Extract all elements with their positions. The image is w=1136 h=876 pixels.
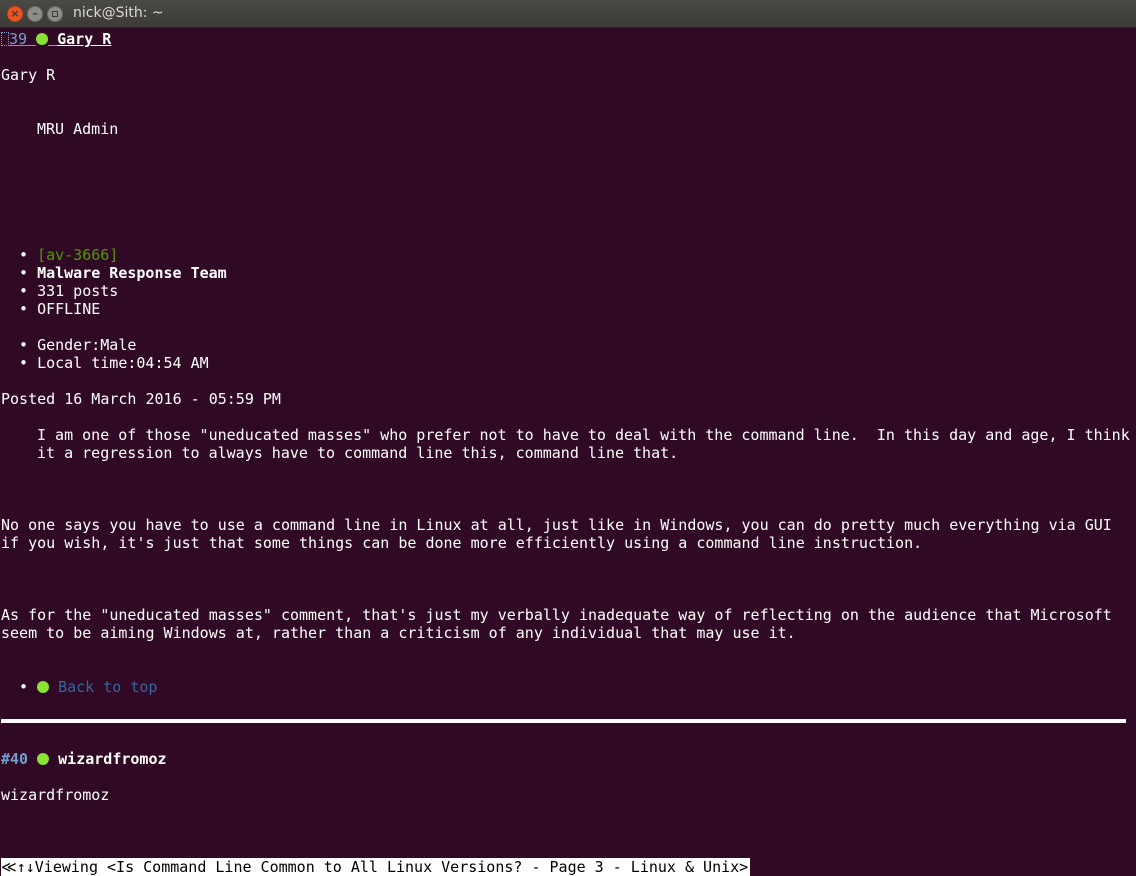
profile-localtime-item: • Local time:04:54 AM xyxy=(19,354,209,372)
terminal-window: × – nick@Sith: ~ 39 Gary R Gary R MRU Ad… xyxy=(0,0,1136,876)
cursor-icon xyxy=(1,32,9,46)
back-to-top-link[interactable]: Back to top xyxy=(58,678,157,696)
window-title: nick@Sith: ~ xyxy=(73,5,164,21)
profile-gender-item: • Gender:Male xyxy=(19,336,137,354)
body-paragraph-1-line-2: if you wish, it's just that some things … xyxy=(1,534,923,552)
terminal-content: 39 Gary R Gary R MRU Admin • [av-3666] •… xyxy=(1,30,1135,876)
post-divider xyxy=(1,719,1126,723)
profile-avatar-item: • [av-3666] xyxy=(19,246,118,264)
post-40-link[interactable]: #40 xyxy=(1,750,28,768)
post-40-display-name: wizardfromoz xyxy=(1,786,110,804)
back-to-top-item: • Back to top xyxy=(19,678,158,696)
post-39-display-name: Gary R xyxy=(1,66,56,84)
post-40-author[interactable]: wizardfromoz xyxy=(58,750,166,768)
online-status-icon xyxy=(36,33,49,45)
close-window-button[interactable]: × xyxy=(7,6,23,22)
member-group: Malware Response Team xyxy=(37,264,227,282)
close-icon: × xyxy=(10,7,20,20)
profile-posts-item: • 331 posts xyxy=(19,282,119,300)
profile-group-item: • Malware Response Team xyxy=(19,264,227,282)
local-time: Local time:04:54 AM xyxy=(37,354,209,372)
bullet: • xyxy=(19,246,29,264)
maximize-icon xyxy=(52,11,58,17)
profile-status-item: • OFFLINE xyxy=(19,300,101,318)
quote-line-2: it a regression to always have to comman… xyxy=(37,444,679,462)
maximize-window-button[interactable] xyxy=(47,6,63,22)
gender: Gender:Male xyxy=(37,336,137,354)
body-paragraph-2-line-2: seem to be aiming Windows at, rather tha… xyxy=(1,624,796,642)
online-status-icon xyxy=(37,753,50,765)
post-date: Posted 16 March 2016 - 05:59 PM xyxy=(1,390,281,408)
post-39-author[interactable]: Gary R xyxy=(57,30,111,48)
post-39-header: 39 Gary R xyxy=(1,30,111,48)
title-bar: × – nick@Sith: ~ xyxy=(0,0,1136,28)
browser-status-bar: ≪↑↓Viewing <Is Command Line Common to Al… xyxy=(1,858,751,876)
body-paragraph-2-line-1: As for the "uneducated masses" comment, … xyxy=(1,606,1112,624)
post-40-header: #40 wizardfromoz xyxy=(1,750,167,768)
post-39-link[interactable]: 39 xyxy=(9,30,27,48)
post-39-role: MRU Admin xyxy=(37,120,119,138)
body-paragraph-1-line-1: No one says you have to use a command li… xyxy=(1,516,1112,534)
quote-line-1: I am one of those "uneducated masses" wh… xyxy=(37,426,1130,444)
minimize-window-button[interactable]: – xyxy=(27,6,43,22)
back-to-top-icon xyxy=(37,681,50,693)
online-status: OFFLINE xyxy=(37,300,101,318)
post-count: 331 posts xyxy=(37,282,119,300)
minimize-icon: – xyxy=(32,7,38,20)
avatar-image-alt[interactable]: [av-3666] xyxy=(37,246,118,264)
